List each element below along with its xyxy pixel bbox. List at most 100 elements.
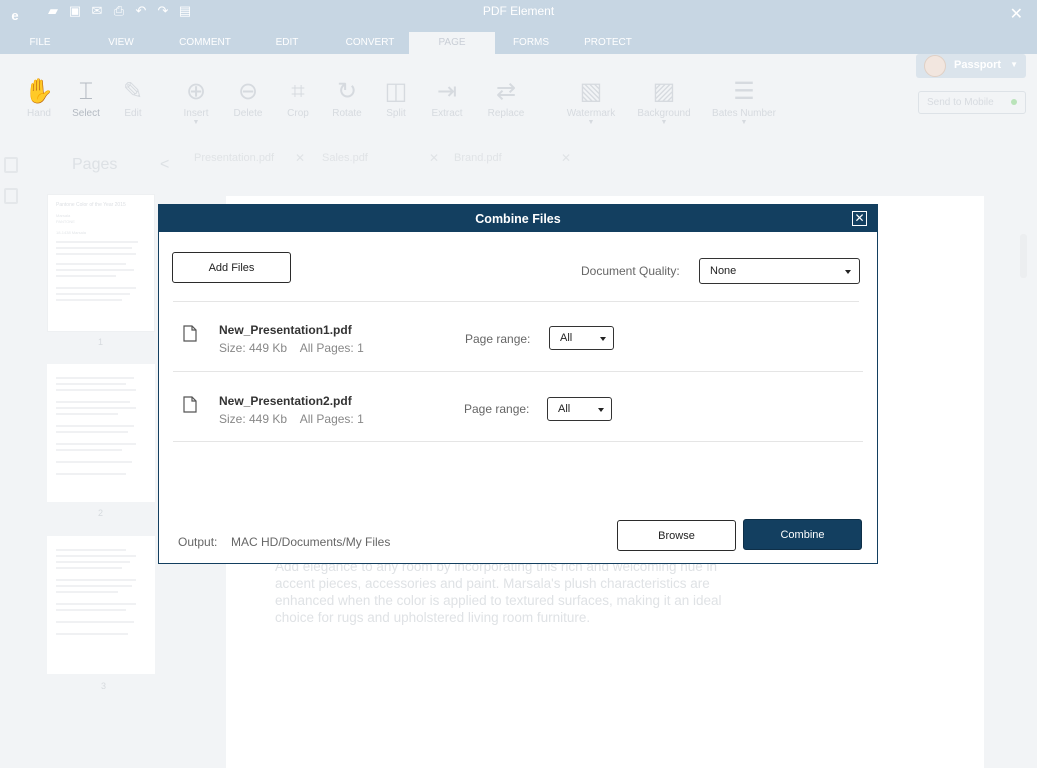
- vertical-scrollbar[interactable]: [1020, 234, 1027, 278]
- tab-page[interactable]: PAGE: [409, 32, 495, 54]
- replace-button[interactable]: ⇄ Replace: [481, 76, 531, 119]
- rotate-button[interactable]: ↻ Rotate: [322, 76, 372, 119]
- close-icon[interactable]: ✕: [852, 211, 867, 226]
- document-quality-select[interactable]: None: [699, 258, 860, 284]
- doc-tab-sales[interactable]: Sales.pdf: [322, 152, 368, 164]
- extract-button[interactable]: ⇥ Extract: [422, 76, 472, 119]
- page-number: 3: [101, 681, 107, 691]
- chevron-down-icon: ▼: [660, 119, 668, 126]
- chevron-down-icon: ▼: [587, 119, 595, 126]
- page-number: 1: [98, 337, 104, 347]
- watermark-button[interactable]: ▧ Watermark ▼: [563, 76, 619, 127]
- background-icon: ▨: [652, 78, 676, 105]
- file-icon: [183, 325, 197, 342]
- divider: [173, 301, 859, 302]
- close-icon[interactable]: ✕: [429, 151, 439, 165]
- chevron-down-icon: ▼: [740, 119, 748, 126]
- page-range-select[interactable]: All: [549, 326, 614, 350]
- extract-icon: ⇥: [436, 78, 458, 105]
- user-account-menu[interactable]: Passport ▼: [916, 54, 1026, 78]
- tab-forms[interactable]: FORMS: [505, 32, 557, 54]
- chevron-down-icon: [845, 270, 851, 274]
- background-button[interactable]: ▨ Background ▼: [633, 76, 695, 127]
- thumbnail-line: 18-1438 Marsala: [56, 230, 87, 235]
- split-icon: ◫: [384, 78, 408, 105]
- delete-page-icon: ⊖: [237, 78, 259, 105]
- file-pages: All Pages: 1: [299, 412, 364, 426]
- pencil-icon: ✎: [122, 78, 144, 105]
- tab-edit[interactable]: EDIT: [266, 32, 308, 54]
- dialog-header: Combine Files ✕: [159, 205, 877, 232]
- page-thumbnail-1[interactable]: Pantone Color of the Year 2015 Marsala P…: [47, 194, 155, 332]
- window-close-icon[interactable]: ✕: [1010, 7, 1023, 23]
- pages-panel-title: Pages: [72, 156, 118, 173]
- title-bar: e ▰ ▣ ✉ ⎙ ↶ ↷ ▤ PDF Element ✕: [0, 0, 1037, 32]
- dialog-title: Combine Files: [475, 212, 561, 226]
- close-icon[interactable]: ✕: [295, 151, 305, 165]
- add-files-button[interactable]: Add Files: [172, 252, 291, 283]
- thumbnail-title: Pantone Color of the Year 2015: [56, 202, 126, 208]
- crop-icon: ⌗: [291, 78, 305, 105]
- chevron-down-icon: [600, 337, 606, 341]
- document-body-text: Add elegance to any room by incorporatin…: [275, 559, 722, 625]
- chevron-down-icon: ▼: [1010, 60, 1018, 69]
- select-icon: ⌶: [78, 78, 94, 105]
- insert-page-icon: ⊕: [185, 78, 207, 105]
- tab-protect[interactable]: PROTECT: [578, 32, 638, 54]
- thumbnail-line: Marsala: [56, 213, 71, 218]
- avatar: [924, 55, 946, 77]
- send-to-mobile-button[interactable]: Send to Mobile: [918, 91, 1026, 114]
- doc-tab-presentation[interactable]: Presentation.pdf: [194, 152, 274, 164]
- divider: [173, 371, 863, 372]
- select-tool-button[interactable]: ⌶ Select: [61, 76, 111, 119]
- page-thumbnail-2[interactable]: [47, 364, 155, 502]
- hand-icon: ✋: [24, 78, 54, 105]
- menu-bar: FILE VIEW COMMENT EDIT CONVERT PAGE FORM…: [0, 32, 1037, 54]
- file-name: New_Presentation1.pdf: [219, 323, 352, 337]
- chevron-down-icon: [598, 408, 604, 412]
- user-name: Passport: [954, 59, 1002, 71]
- doc-tab-brand[interactable]: Brand.pdf: [454, 152, 502, 164]
- tab-comment[interactable]: COMMENT: [174, 32, 236, 54]
- hand-tool-button[interactable]: ✋ Hand: [14, 76, 64, 119]
- output-label: Output:: [178, 535, 218, 549]
- chevron-down-icon: ▼: [192, 119, 200, 126]
- split-button[interactable]: ◫ Split: [371, 76, 421, 119]
- bookmark-panel-icon[interactable]: [4, 188, 18, 204]
- pages-panel-icon[interactable]: [4, 157, 18, 173]
- file-pages: All Pages: 1: [299, 341, 364, 355]
- page-thumbnail-3[interactable]: [47, 536, 155, 674]
- page-range-label: Page range:: [464, 402, 530, 416]
- bates-number-icon: ☰: [733, 78, 755, 105]
- browse-button[interactable]: Browse: [617, 520, 736, 551]
- insert-page-button[interactable]: ⊕ Insert ▼: [171, 76, 221, 127]
- combine-button[interactable]: Combine: [743, 519, 862, 550]
- combine-files-dialog: Combine Files ✕ Add Files Document Quali…: [158, 204, 878, 564]
- file-size: Size: 449 Kb: [219, 412, 288, 426]
- file-size: Size: 449 Kb: [219, 341, 288, 355]
- watermark-icon: ▧: [579, 78, 603, 105]
- tab-file[interactable]: FILE: [20, 32, 60, 54]
- page-number: 2: [98, 508, 104, 518]
- collapse-panel-icon[interactable]: <: [160, 156, 169, 174]
- app-title: PDF Element: [482, 4, 555, 18]
- file-icon: [183, 396, 197, 413]
- close-icon[interactable]: ✕: [561, 151, 571, 165]
- output-path: MAC HD/Documents/My Files: [231, 535, 391, 549]
- file-name: New_Presentation2.pdf: [219, 394, 352, 408]
- edit-tool-button[interactable]: ✎ Edit: [108, 76, 158, 119]
- replace-icon: ⇄: [495, 78, 517, 105]
- rotate-icon: ↻: [336, 78, 358, 105]
- status-dot: [1011, 99, 1017, 105]
- bates-number-button[interactable]: ☰ Bates Number ▼: [708, 76, 780, 127]
- page-range-label: Page range:: [465, 332, 531, 346]
- page-range-select[interactable]: All: [547, 397, 612, 421]
- ribbon-toolbar: ✋ Hand ⌶ Select ✎ Edit ⊕ Insert ▼ ⊖ Dele…: [0, 54, 1037, 140]
- crop-button[interactable]: ⌗ Crop: [273, 76, 323, 119]
- tab-convert[interactable]: CONVERT: [338, 32, 402, 54]
- tab-view[interactable]: VIEW: [100, 32, 142, 54]
- file-meta: Size: 449 Kb All Pages: 1: [219, 341, 374, 355]
- divider: [173, 441, 863, 442]
- thumbnail-line: PANTONE: [56, 219, 75, 224]
- delete-page-button[interactable]: ⊖ Delete: [223, 76, 273, 119]
